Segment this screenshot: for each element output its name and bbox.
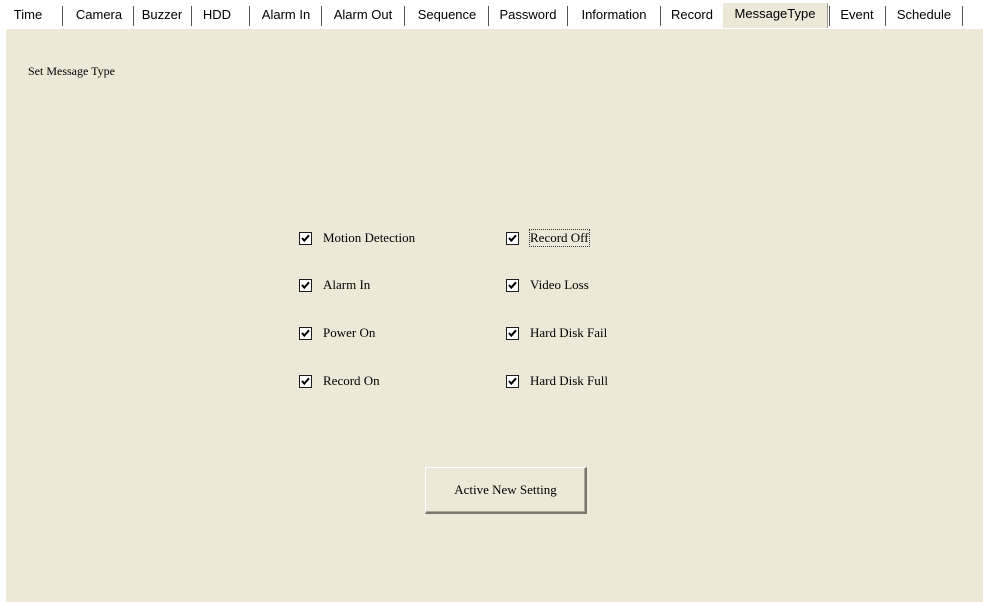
tab-bar: Time Camera Buzzer HDD Alarm In Alarm Ou… [0, 0, 983, 30]
checkbox-motion-detection[interactable]: Motion Detection [299, 230, 415, 246]
tab-time[interactable]: Time [8, 4, 48, 26]
tab-buzzer[interactable]: Buzzer [136, 4, 188, 26]
tab-separator [829, 6, 830, 26]
check-mark-icon [301, 377, 310, 385]
tab-sequence[interactable]: Sequence [408, 4, 486, 26]
checkbox-power-on[interactable]: Power On [299, 325, 375, 341]
checkbox-box[interactable] [299, 374, 312, 388]
checkbox-label: Hard Disk Fail [530, 325, 608, 340]
checkbox-label: Alarm In [323, 277, 371, 292]
active-new-setting-button[interactable]: Active New Setting [425, 467, 587, 514]
tab-separator [249, 6, 250, 26]
checkbox-hard-disk-full[interactable]: Hard Disk Full [506, 373, 608, 389]
tab-camera[interactable]: Camera [67, 4, 131, 26]
checkbox-box[interactable] [506, 278, 519, 292]
panel-title: Set Message Type [28, 64, 115, 78]
tab-record[interactable]: Record [663, 4, 721, 26]
tab-separator [885, 6, 886, 26]
tab-separator [567, 6, 568, 26]
checkbox-record-on[interactable]: Record On [299, 373, 380, 389]
check-mark-icon [508, 234, 517, 242]
checkbox-box[interactable] [506, 374, 519, 388]
tab-separator [133, 6, 134, 26]
checkbox-hard-disk-fail[interactable]: Hard Disk Fail [506, 325, 607, 341]
check-mark-icon [508, 377, 517, 385]
tab-separator [660, 6, 661, 26]
checkbox-label: Record Off [529, 229, 590, 247]
check-mark-icon [301, 234, 310, 242]
checkbox-label: Power On [323, 325, 376, 340]
tab-separator [191, 6, 192, 26]
checkbox-box[interactable] [506, 326, 519, 340]
checkbox-box[interactable] [506, 231, 519, 245]
tab-hdd[interactable]: HDD [195, 4, 239, 26]
check-mark-icon [301, 281, 310, 289]
checkbox-video-loss[interactable]: Video Loss [506, 277, 589, 293]
tab-separator [321, 6, 322, 26]
check-mark-icon [508, 281, 517, 289]
checkbox-box[interactable] [299, 326, 312, 340]
checkbox-box[interactable] [299, 231, 312, 245]
tab-separator [488, 6, 489, 26]
tab-separator [404, 6, 405, 26]
check-mark-icon [301, 329, 310, 337]
tab-event[interactable]: Event [832, 4, 882, 26]
tab-password[interactable]: Password [491, 4, 565, 26]
checkbox-label: Record On [323, 373, 380, 388]
checkbox-box[interactable] [299, 278, 312, 292]
checkbox-alarm-in[interactable]: Alarm In [299, 277, 370, 293]
tab-separator [62, 6, 63, 26]
tab-information[interactable]: Information [570, 4, 658, 26]
checkbox-label: Motion Detection [323, 230, 416, 245]
checkbox-label: Hard Disk Full [530, 373, 608, 388]
tab-alarm-out[interactable]: Alarm Out [325, 4, 401, 26]
tab-alarm-in[interactable]: Alarm In [254, 4, 318, 26]
checkbox-record-off[interactable]: Record Off [506, 229, 590, 247]
message-type-panel [6, 28, 983, 602]
tab-schedule[interactable]: Schedule [888, 4, 960, 26]
tab-separator [962, 6, 963, 26]
check-mark-icon [508, 329, 517, 337]
checkbox-label: Video Loss [530, 277, 589, 292]
tab-message-type[interactable]: MessageType [722, 3, 828, 28]
